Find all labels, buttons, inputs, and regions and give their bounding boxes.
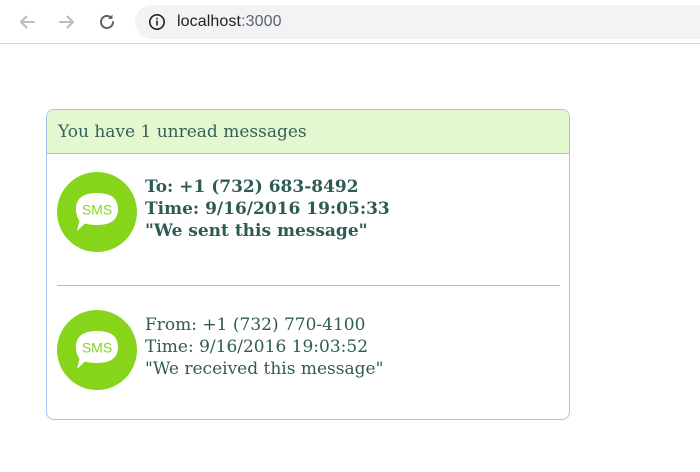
message-item[interactable]: SMS To: +1 (732) 683-8492 Time: 9/16/201… <box>47 172 569 262</box>
sms-icon: SMS <box>57 172 137 252</box>
reload-icon <box>100 14 114 29</box>
message-divider <box>57 285 560 286</box>
sms-icon-label: SMS <box>82 202 112 218</box>
reload-button[interactable] <box>95 10 119 34</box>
back-button[interactable] <box>15 10 39 34</box>
message-text: To: +1 (732) 683-8492 Time: 9/16/2016 19… <box>145 176 390 242</box>
panel-header: You have 1 unread messages <box>47 110 569 154</box>
messages-panel: You have 1 unread messages SMS To: +1 (7… <box>46 109 570 420</box>
url-port: :3000 <box>241 13 282 30</box>
browser-toolbar: localhost:3000 <box>0 0 700 44</box>
message-item[interactable]: SMS From: +1 (732) 770-4100 Time: 9/16/2… <box>47 310 569 400</box>
message-body: "We received this message" <box>145 359 384 379</box>
message-time: Time: 9/16/2016 19:05:33 <box>145 199 390 219</box>
message-recipient: To: +1 (732) 683-8492 <box>145 177 359 197</box>
arrow-left-icon <box>20 15 35 29</box>
info-icon[interactable] <box>148 13 166 31</box>
message-time: Time: 9/16/2016 19:03:52 <box>145 337 369 357</box>
message-sender: From: +1 (732) 770-4100 <box>145 315 366 335</box>
sms-icon: SMS <box>57 310 137 390</box>
forward-button[interactable] <box>55 10 79 34</box>
message-text: From: +1 (732) 770-4100 Time: 9/16/2016 … <box>145 314 383 380</box>
message-body: "We sent this message" <box>145 221 368 241</box>
sms-icon-label: SMS <box>82 340 112 356</box>
url-text: localhost:3000 <box>177 13 282 31</box>
arrow-right-icon <box>59 15 74 29</box>
url-host: localhost <box>177 13 242 30</box>
address-bar[interactable]: localhost:3000 <box>135 5 700 39</box>
